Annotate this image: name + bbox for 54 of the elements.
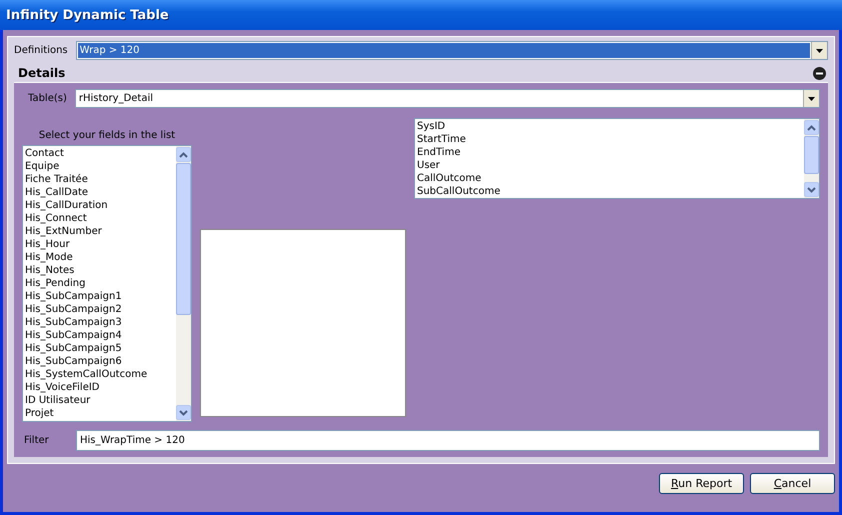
field-label: Filter (23, 435, 50, 446)
selected-fields-list[interactable]: SysID StartTime EndTime User CallOutcome SubCallOutcome (414, 118, 820, 199)
list-item[interactable]: ID Utilisateur (25, 394, 174, 407)
list-item[interactable]: His_CallDate (25, 186, 174, 199)
scroll-down-button[interactable] (176, 405, 191, 420)
dialog-button[interactable]: Run Report (659, 473, 744, 494)
list-item[interactable]: Fiche Traitée (25, 173, 174, 186)
scrollbar[interactable] (176, 146, 191, 421)
field-label: Table(s) (27, 93, 67, 104)
chevron-up-icon (807, 124, 816, 130)
filter-field[interactable]: His_WrapTime > 120 (76, 430, 820, 451)
scroll-down-button[interactable] (804, 182, 819, 197)
list-item[interactable]: StartTime (417, 133, 802, 146)
list-item[interactable]: Projet (25, 407, 174, 420)
list-item[interactable]: His_Pending (25, 277, 174, 290)
scroll-thumb[interactable] (804, 136, 819, 174)
chevron-down-icon (807, 186, 816, 192)
list-item[interactable]: His_SubCampaign3 (25, 316, 174, 329)
list-item[interactable]: SysID (417, 120, 802, 133)
scroll-thumb[interactable] (176, 163, 191, 315)
scroll-up-button[interactable] (176, 147, 191, 162)
list-item[interactable]: His_CallDuration (25, 199, 174, 212)
tables-dropdown[interactable]: rHistory_Detail (74, 89, 820, 108)
list-item[interactable]: Equipe (25, 160, 174, 173)
chevron-down-icon (179, 410, 188, 416)
chevron-up-icon (179, 152, 188, 158)
list-item[interactable]: His_SubCampaign5 (25, 342, 174, 355)
dialog-button[interactable]: Cancel (750, 473, 835, 494)
list-label: Select your fields in the list (38, 130, 176, 143)
scrollbar[interactable] (804, 119, 819, 198)
list-item[interactable]: Contact (25, 147, 174, 160)
list-box[interactable] (200, 229, 406, 417)
list-item[interactable]: His_SubCampaign2 (25, 303, 174, 316)
section-title: Details (18, 66, 66, 80)
list-item[interactable]: His_Connect (25, 212, 174, 225)
list-item[interactable]: His_VoiceFileID (25, 381, 174, 394)
definitions-dropdown[interactable]: Wrap > 120 (76, 41, 828, 60)
list-item[interactable]: His_ExtNumber (25, 225, 174, 238)
list-item[interactable]: EndTime (417, 146, 802, 159)
list-item[interactable]: His_SystemCallOutcome (25, 368, 174, 381)
list-item[interactable]: His_SubCampaign1 (25, 290, 174, 303)
collapse-icon[interactable] (813, 66, 826, 80)
list-item[interactable]: User (417, 159, 802, 172)
scroll-up-button[interactable] (804, 120, 819, 135)
list-item[interactable]: His_Hour (25, 238, 174, 251)
field-label: Definitions (14, 45, 68, 56)
list-item[interactable]: His_SubCampaign4 (25, 329, 174, 342)
fields-list[interactable] (22, 145, 192, 422)
list-item[interactable]: CallOutcome (417, 172, 802, 185)
window-title: Infinity Dynamic Table (6, 8, 169, 22)
list-item[interactable]: His_Mode (25, 251, 174, 264)
list-item[interactable]: SubCallOutcome (417, 185, 802, 198)
list-item[interactable]: His_Notes (25, 264, 174, 277)
list-item[interactable]: His_SubCampaign6 (25, 355, 174, 368)
